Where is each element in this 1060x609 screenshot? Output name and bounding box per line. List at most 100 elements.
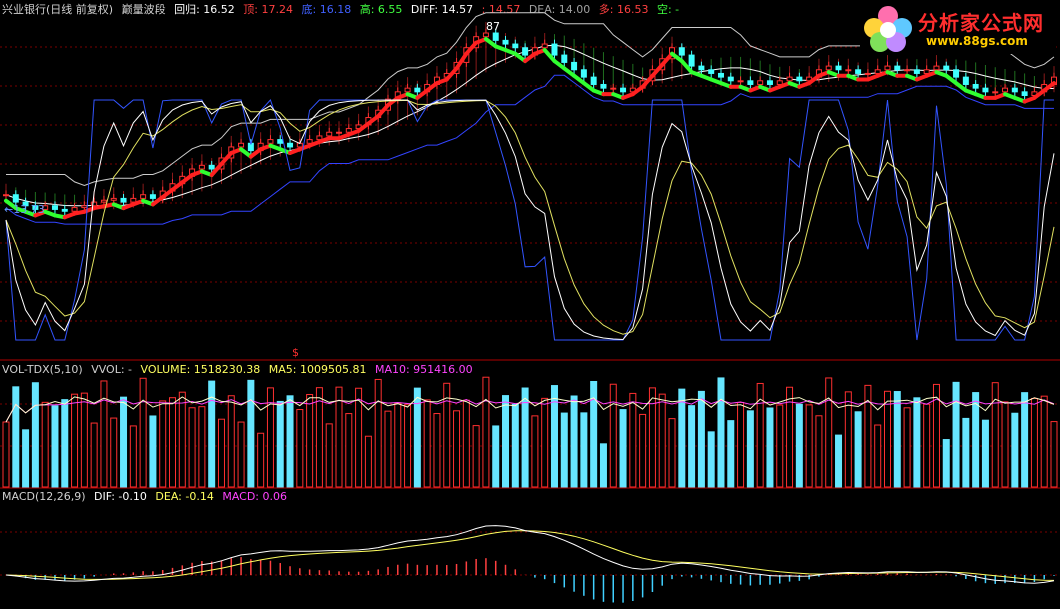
volume-bar	[727, 420, 735, 488]
volume-bar	[511, 403, 519, 488]
d-line	[5, 99, 1055, 335]
volume-bar	[492, 425, 500, 488]
candle-body	[757, 80, 764, 85]
candle-body	[482, 32, 489, 38]
volume-bar	[345, 413, 353, 488]
candle-body	[551, 43, 558, 56]
candle-body	[913, 69, 920, 74]
volume-bar	[453, 410, 461, 488]
k-line	[5, 99, 1055, 341]
logo-text: 分析家公式网	[918, 11, 1044, 35]
volume-bar	[100, 380, 108, 488]
site-logo: 分析家公式网 www.88gs.com	[860, 2, 1056, 54]
candle-body	[904, 69, 911, 72]
signal-marker: $	[292, 346, 299, 359]
volume-bar	[188, 407, 196, 488]
candle-body	[766, 80, 773, 85]
volume-bar	[364, 435, 372, 488]
candle-body	[982, 87, 989, 93]
volume-bar	[619, 409, 627, 488]
volume-bar	[688, 405, 696, 488]
volume-bar	[648, 387, 656, 488]
volume-bar	[286, 395, 294, 488]
volume-bar	[433, 413, 441, 488]
volume-bar	[129, 425, 137, 488]
volume-bar	[22, 429, 30, 488]
volume-bar	[1050, 421, 1058, 488]
flower-logo-icon	[864, 6, 912, 52]
candle-body	[580, 69, 587, 78]
candle-body	[61, 208, 68, 212]
candle-body	[316, 135, 323, 141]
candle-body	[845, 69, 852, 72]
candle-body	[1011, 87, 1018, 93]
volume-bar	[776, 404, 784, 488]
volume-bar	[639, 413, 647, 488]
volume-bar	[61, 399, 69, 488]
volume-bar	[462, 399, 470, 488]
volume-bar	[893, 391, 901, 488]
candle-body	[962, 76, 969, 85]
volume-bar	[31, 382, 39, 488]
candle-body	[610, 87, 617, 90]
chart-canvas[interactable]: ←13.73 87	[0, 0, 1060, 609]
volume-bar	[1001, 401, 1009, 488]
candle-body	[502, 39, 509, 45]
volume-bar	[169, 397, 177, 488]
candle-body	[796, 76, 803, 82]
candle-body	[698, 65, 705, 71]
candle-body	[149, 194, 156, 199]
volume-bar	[629, 392, 637, 488]
volume-bar	[1011, 412, 1019, 488]
candle-body	[874, 69, 881, 74]
volume-bar	[531, 415, 539, 488]
volume-bar	[707, 431, 715, 488]
volume-bar	[217, 418, 225, 488]
volume-bar	[110, 417, 118, 488]
candle-body	[81, 205, 88, 209]
volume-bar	[120, 396, 128, 488]
volume-bar	[384, 410, 392, 488]
candle-body	[1021, 91, 1028, 97]
candle-body	[492, 32, 499, 41]
candle-body	[688, 54, 695, 67]
volume-bar	[825, 377, 833, 488]
volume-bar	[942, 439, 950, 488]
volume-bar	[394, 402, 402, 488]
candle-body	[884, 65, 891, 71]
volume-bar	[795, 403, 803, 488]
volume-bar	[580, 412, 588, 488]
volume-bar	[1040, 395, 1048, 488]
volume-bar	[550, 385, 558, 488]
high-price-label: 87	[486, 20, 500, 33]
volume-bar	[972, 392, 980, 488]
candle-body	[855, 69, 862, 74]
volume-bar	[766, 407, 774, 488]
candle-body	[708, 69, 715, 74]
volume-bar	[952, 381, 960, 488]
candle-body	[590, 76, 597, 85]
volume-bar	[541, 397, 549, 488]
candle-body	[923, 69, 930, 74]
volume-bar	[306, 393, 314, 488]
volume-bar	[570, 395, 578, 488]
volume-bar	[472, 425, 480, 488]
volume-bar	[227, 395, 235, 488]
candle-body	[287, 142, 294, 148]
volume-bar	[913, 397, 921, 488]
candle-body	[835, 65, 842, 71]
candle-body	[933, 65, 940, 71]
volume-bar	[178, 391, 186, 488]
volume-bar	[883, 390, 891, 488]
candle-body	[943, 65, 950, 71]
candle-body	[238, 142, 245, 148]
volume-bar	[423, 399, 431, 488]
candle-body	[277, 139, 284, 144]
candle-body	[326, 131, 333, 137]
volume-bar	[296, 409, 304, 488]
candle-body	[140, 194, 147, 199]
volume-bar	[981, 419, 989, 488]
candle-body	[120, 197, 127, 203]
volume-bar	[815, 415, 823, 488]
volume-bar	[668, 418, 676, 488]
